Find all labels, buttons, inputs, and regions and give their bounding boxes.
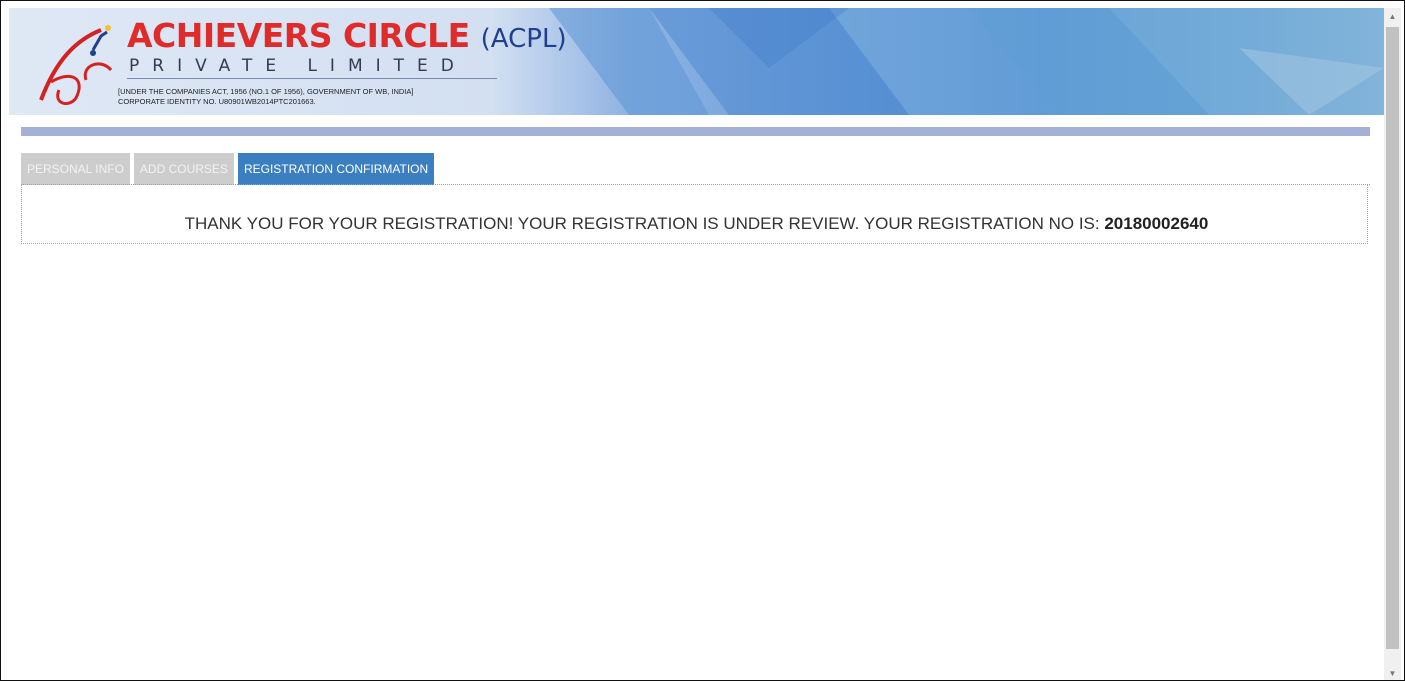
legal-line-1: [UNDER THE COMPANIES ACT, 1956 (NO.1 OF … [118, 87, 414, 96]
scrollbar-thumb[interactable] [1386, 27, 1399, 649]
confirmation-message: THANK YOU FOR YOUR REGISTRATION! YOUR RE… [22, 214, 1371, 234]
brand-underline [127, 78, 497, 79]
brand-title-text: ACHIEVERS CIRCLE [127, 16, 470, 55]
brand-title: ACHIEVERS CIRCLE (ACPL) [127, 16, 567, 55]
confirmation-panel: THANK YOU FOR YOUR REGISTRATION! YOUR RE… [21, 185, 1368, 244]
registration-tabs: PERSONAL INFO ADD COURSES REGISTRATION C… [21, 153, 438, 185]
header-divider-bar [21, 127, 1370, 136]
registration-number: 20180002640 [1104, 214, 1209, 233]
confirmation-text: THANK YOU FOR YOUR REGISTRATION! YOUR RE… [184, 214, 1105, 233]
brand-subtitle: PRIVATE LIMITED [129, 56, 467, 76]
page-frame: ACHIEVERS CIRCLE (ACPL) PRIVATE LIMITED … [0, 0, 1405, 681]
company-logo [39, 25, 113, 106]
legal-line-2: CORPORATE IDENTITY NO. U80901WB2014PTC20… [118, 97, 316, 106]
header-banner: ACHIEVERS CIRCLE (ACPL) PRIVATE LIMITED … [9, 8, 1384, 115]
brand-suffix: (ACPL) [480, 24, 567, 54]
tab-add-courses[interactable]: ADD COURSES [133, 153, 234, 185]
arrow-up-icon[interactable]: ▲ [1384, 8, 1401, 25]
tab-registration-confirmation[interactable]: REGISTRATION CONFIRMATION [237, 153, 435, 185]
vertical-scrollbar[interactable]: ▲ ▼ [1384, 8, 1401, 680]
tab-personal-info[interactable]: PERSONAL INFO [21, 153, 130, 185]
arrow-down-icon[interactable]: ▼ [1384, 665, 1401, 680]
